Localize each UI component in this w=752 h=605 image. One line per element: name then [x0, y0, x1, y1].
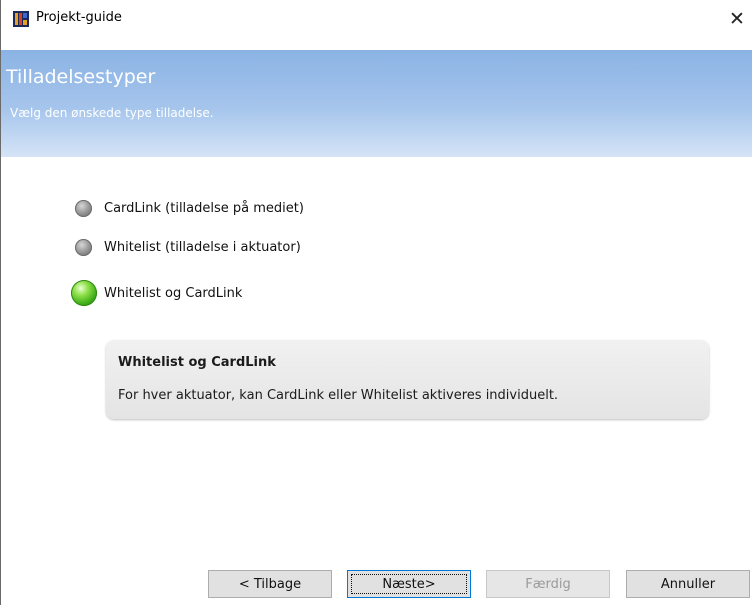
option-whitelist-and-cardlink[interactable]: Whitelist og CardLink — [71, 280, 243, 306]
wizard-window: Projekt-guide ✕ Tilladelsestyper Vælg de… — [0, 0, 752, 605]
option-cardlink[interactable]: CardLink (tilladelse på mediet) — [75, 197, 304, 219]
finish-button[interactable]: Færdig — [486, 570, 610, 598]
radio-button[interactable] — [75, 199, 92, 217]
description-title: Whitelist og CardLink — [118, 355, 276, 370]
option-label: Whitelist (tilladelse i aktuator) — [104, 239, 301, 255]
title-bar: Projekt-guide ✕ — [1, 0, 752, 37]
window-title: Projekt-guide — [36, 10, 122, 25]
option-label: CardLink (tilladelse på mediet) — [104, 200, 304, 216]
back-button[interactable]: < Tilbage — [208, 570, 332, 598]
option-label: Whitelist og CardLink — [104, 285, 243, 301]
next-button[interactable]: Næste> — [347, 570, 471, 598]
cancel-button[interactable]: Annuller — [626, 570, 750, 598]
radio-button-selected[interactable] — [71, 280, 97, 306]
description-panel: Whitelist og CardLink For hver aktuator,… — [106, 340, 709, 419]
wizard-header: Tilladelsestyper Vælg den ønskede type t… — [1, 50, 752, 157]
focus-ring — [351, 574, 467, 594]
close-button[interactable]: ✕ — [722, 0, 752, 37]
option-whitelist[interactable]: Whitelist (tilladelse i aktuator) — [75, 236, 301, 258]
app-icon — [13, 11, 29, 27]
page-title: Tilladelsestyper — [6, 66, 156, 88]
page-subtitle: Vælg den ønskede type tilladelse. — [10, 106, 214, 120]
close-icon: ✕ — [729, 7, 745, 30]
radio-button[interactable] — [75, 238, 92, 256]
description-text: For hver aktuator, kan CardLink eller Wh… — [118, 388, 559, 403]
